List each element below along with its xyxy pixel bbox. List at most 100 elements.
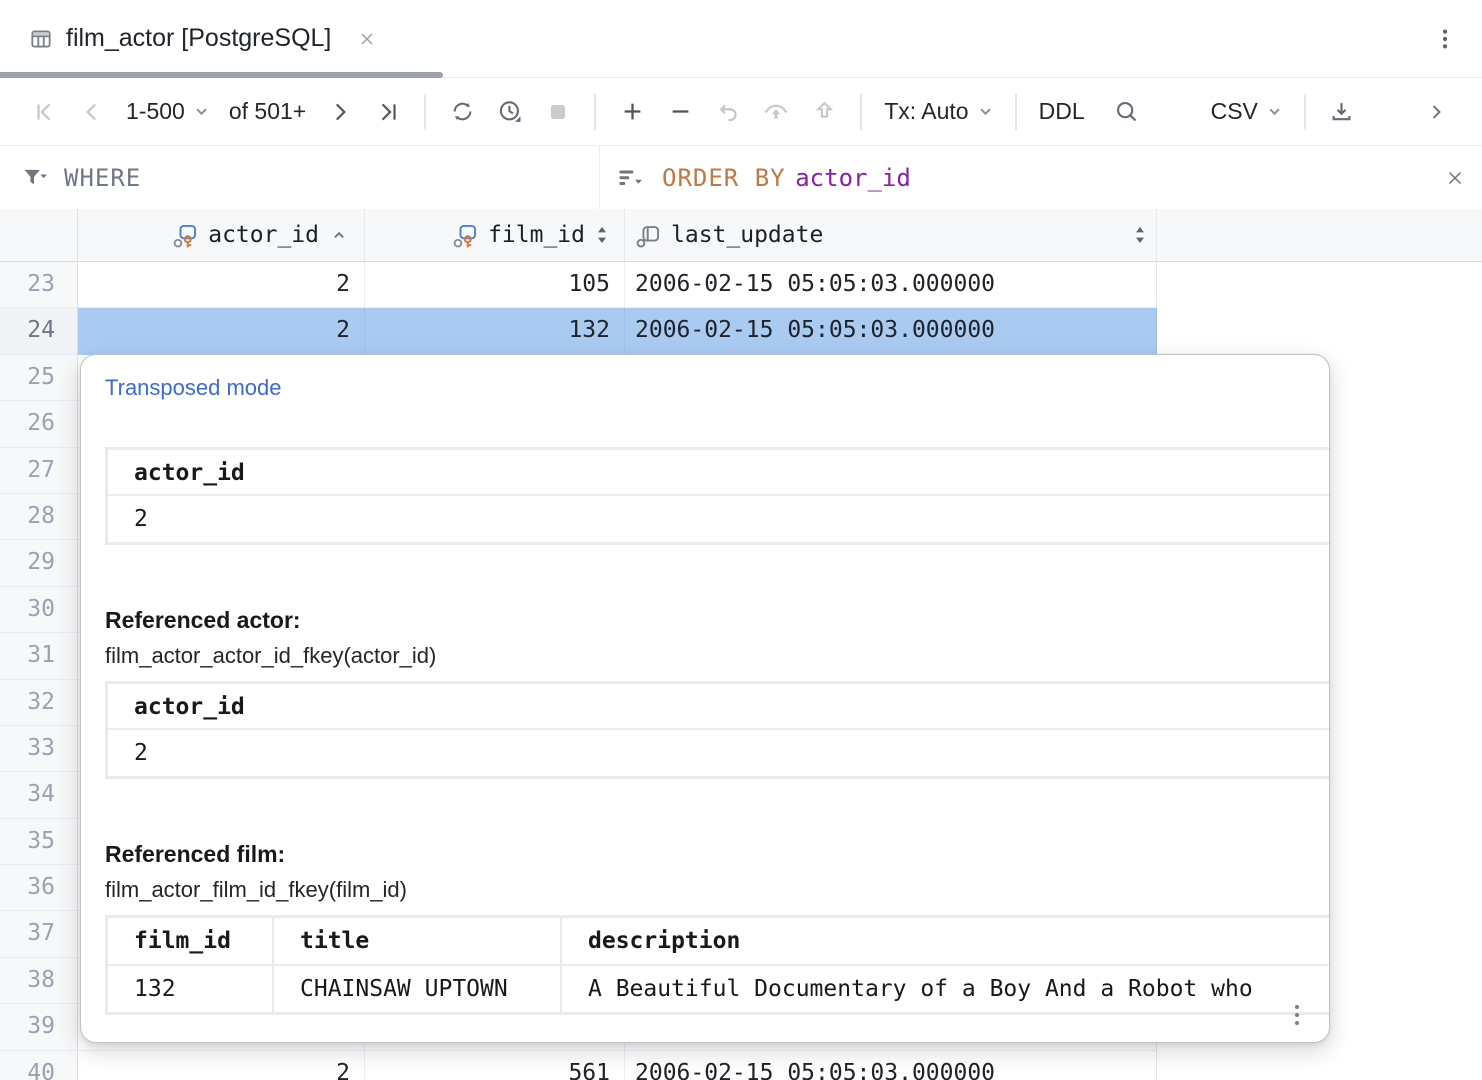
cell-actor-id[interactable]: 2	[78, 262, 365, 308]
mini-table-header-cell: title	[274, 918, 562, 964]
mini-table-header-cell: description	[562, 918, 1329, 964]
filter-row: WHERE ORDER BY actor_id	[0, 146, 1482, 209]
export-download-button[interactable]	[1320, 90, 1364, 134]
auto-refresh-clock-button[interactable]	[488, 90, 532, 134]
download-icon	[1328, 98, 1355, 125]
row-number[interactable]: 30	[0, 587, 78, 633]
row-number[interactable]: 33	[0, 726, 78, 772]
chevron-right-icon	[1424, 100, 1448, 124]
column-label: actor_id	[208, 222, 319, 248]
cell-film-id[interactable]: 561	[365, 1051, 625, 1080]
tx-mode-dropdown[interactable]: Tx: Auto	[876, 90, 1000, 134]
row-number[interactable]: 27	[0, 448, 78, 494]
mini-table-value-cell[interactable]: 2	[108, 730, 1329, 776]
row-number[interactable]: 36	[0, 865, 78, 911]
next-page-button[interactable]	[318, 90, 362, 134]
row-number[interactable]: 23	[0, 262, 78, 308]
tab-film-actor[interactable]: film_actor [PostgreSQL]	[28, 24, 377, 53]
add-row-button[interactable]	[610, 90, 654, 134]
column-header-last-update[interactable]: last_update	[625, 209, 1157, 261]
first-page-button[interactable]	[22, 90, 66, 134]
row-number[interactable]: 24	[0, 308, 78, 354]
cell-film-id[interactable]: 105	[365, 262, 625, 308]
filter-close-icon[interactable]	[1428, 146, 1482, 209]
popup-menu-kebab-icon[interactable]	[1287, 1000, 1307, 1030]
row-number[interactable]: 40	[0, 1051, 78, 1080]
total-rows-label: of 501+	[221, 90, 314, 134]
cell-last-update[interactable]: 2006-02-15 05:05:03.000000	[625, 308, 1157, 354]
toolbar-separator	[1015, 94, 1017, 130]
column-label: film_id	[488, 222, 585, 248]
cell-actor-id[interactable]: 2	[78, 308, 365, 354]
where-label: WHERE	[64, 164, 141, 192]
current-row-mini-table: actor_id 2	[105, 447, 1329, 545]
mini-table-header-cell: film_id	[108, 918, 274, 964]
chevron-down-icon	[1267, 104, 1282, 119]
foreign-key-icon	[172, 222, 199, 249]
row-number[interactable]: 39	[0, 1004, 78, 1050]
row-number-header[interactable]	[0, 209, 78, 261]
reload-data-button[interactable]	[440, 90, 484, 134]
submit-changes-button[interactable]	[802, 90, 846, 134]
mini-table-value-cell[interactable]: 132	[108, 966, 274, 1012]
tab-bar: film_actor [PostgreSQL]	[0, 0, 1482, 78]
mini-table-value-cell[interactable]: CHAINSAW UPTOWN	[274, 966, 562, 1012]
sortable-icon	[594, 224, 610, 246]
cell-last-update[interactable]: 2006-02-15 05:05:03.000000	[625, 1051, 1157, 1080]
page-range-label: 1-500	[126, 98, 185, 125]
cell-film-id[interactable]: 132	[365, 308, 625, 354]
preview-changes-button[interactable]	[754, 90, 798, 134]
ddl-button[interactable]: DDL	[1031, 90, 1093, 134]
transposed-mode-link[interactable]: Transposed mode	[105, 375, 282, 401]
export-format-dropdown[interactable]: CSV	[1203, 90, 1290, 134]
last-page-button[interactable]	[366, 90, 410, 134]
cell-actor-id[interactable]: 2	[78, 1051, 365, 1080]
table-row[interactable]: 4025612006-02-15 05:05:03.000000	[0, 1051, 1482, 1080]
referenced-film-fkey: film_actor_film_id_fkey(film_id)	[105, 877, 1329, 903]
toolbar-separator	[424, 94, 426, 130]
search-icon	[1113, 98, 1140, 125]
row-number[interactable]: 26	[0, 401, 78, 447]
tx-mode-label: Tx: Auto	[884, 98, 968, 125]
cell-last-update[interactable]: 2006-02-15 05:05:03.000000	[625, 262, 1157, 308]
row-number[interactable]: 29	[0, 540, 78, 586]
table-row[interactable]: 2321052006-02-15 05:05:03.000000	[0, 262, 1482, 308]
sortable-icon	[1132, 224, 1148, 246]
table-row[interactable]: 2421322006-02-15 05:05:03.000000	[0, 308, 1482, 354]
revert-changes-button[interactable]	[706, 90, 750, 134]
row-number[interactable]: 31	[0, 633, 78, 679]
row-number[interactable]: 28	[0, 494, 78, 540]
referenced-actor-mini-table: actor_id 2	[105, 681, 1329, 779]
row-number[interactable]: 37	[0, 911, 78, 957]
column-header-film-id[interactable]: film_id	[365, 209, 625, 261]
mini-table-value-cell[interactable]: 2	[108, 496, 1329, 542]
grid-header-filler	[1157, 209, 1482, 261]
referenced-actor-fkey: film_actor_actor_id_fkey(actor_id)	[105, 643, 1329, 669]
row-number[interactable]: 25	[0, 355, 78, 401]
row-filler	[1157, 262, 1482, 308]
row-number[interactable]: 34	[0, 772, 78, 818]
row-number[interactable]: 35	[0, 819, 78, 865]
mini-table-header-cell: actor_id	[108, 684, 1329, 730]
mini-table-header-cell: actor_id	[108, 450, 1329, 496]
order-by-input[interactable]: ORDER BY actor_id	[600, 146, 1428, 209]
sort-ascending-icon	[328, 224, 350, 246]
tab-close-icon[interactable]	[357, 29, 377, 49]
referenced-actor-title: Referenced actor:	[105, 607, 1329, 634]
delete-row-button[interactable]	[658, 90, 702, 134]
row-number[interactable]: 38	[0, 958, 78, 1004]
stop-query-button[interactable]	[536, 90, 580, 134]
row-number[interactable]: 32	[0, 680, 78, 726]
chevron-down-icon	[194, 104, 209, 119]
toolbar-separator	[860, 94, 862, 130]
tab-title: film_actor [PostgreSQL]	[66, 24, 331, 53]
order-by-column: actor_id	[795, 164, 911, 192]
column-header-actor-id[interactable]: actor_id	[78, 209, 365, 261]
page-range-dropdown[interactable]: 1-500	[118, 90, 217, 134]
more-toolbar-chevron-button[interactable]	[1414, 90, 1458, 134]
window-menu-kebab-icon[interactable]	[1434, 25, 1456, 53]
where-filter-input[interactable]: WHERE	[0, 146, 600, 209]
search-button[interactable]	[1105, 90, 1149, 134]
mini-table-value-cell[interactable]: A Beautiful Documentary of a Boy And a R…	[562, 966, 1329, 1012]
previous-page-button[interactable]	[70, 90, 114, 134]
